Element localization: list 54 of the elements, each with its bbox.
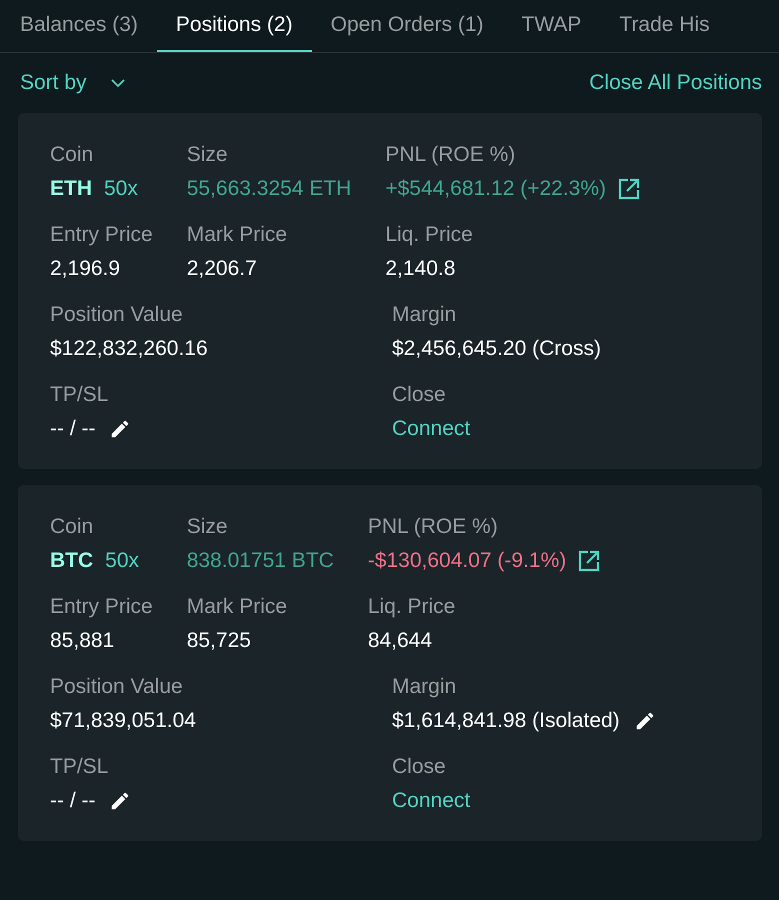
field-label: Entry Price — [50, 223, 153, 247]
pnl-value: +$544,681.12 (+22.3%) — [385, 177, 606, 201]
field-value: 85,725 — [186, 629, 251, 653]
pencil-icon[interactable] — [109, 790, 132, 812]
field-label: Close — [392, 755, 446, 779]
field-label: Liq. Price — [368, 595, 456, 619]
field-value: 2,206.7 — [186, 257, 257, 281]
leverage: 50x — [104, 177, 138, 201]
tab[interactable]: Open Orders (1) — [312, 0, 502, 52]
field-label: Coin — [50, 143, 94, 167]
margin-value: $2,456,645.20 (Cross) — [392, 337, 601, 361]
field-label: Close — [392, 383, 446, 407]
field-label: Position Value — [50, 303, 183, 327]
field-value: 2,196.9 — [50, 257, 120, 281]
size-value: 55,663.3254 ETH — [186, 177, 352, 201]
field-label: Entry Price — [50, 595, 153, 619]
coin-name: BTC — [50, 549, 94, 573]
external-link-icon[interactable] — [578, 550, 600, 572]
size-value: 838.01751 BTC — [186, 549, 334, 573]
field-label: TP/SL — [50, 383, 108, 407]
field-label: Size — [186, 143, 228, 167]
pnl-value: -$130,604.07 (-9.1%) — [368, 549, 566, 573]
field-label: Liq. Price — [385, 223, 473, 247]
field-value: 2,140.8 — [385, 257, 456, 281]
sort-dropdown[interactable]: Sort by — [20, 71, 127, 95]
field-label: Size — [186, 515, 228, 539]
field-label: PNL (ROE %) — [385, 143, 516, 167]
tpsl-value: -- / -- — [50, 417, 96, 441]
field-label: Margin — [392, 303, 456, 327]
tab[interactable]: Trade His — [600, 0, 729, 52]
connect-link[interactable]: Connect — [392, 789, 470, 813]
external-link-icon[interactable] — [618, 178, 640, 200]
tab[interactable]: Balances (3) — [0, 0, 157, 52]
tpsl-value: -- / -- — [50, 789, 96, 813]
coin-name: ETH — [50, 177, 92, 201]
field-label: Mark Price — [186, 223, 288, 247]
field-value: 84,644 — [368, 629, 432, 653]
tab[interactable]: Positions (2) — [156, 0, 312, 52]
field-value: $122,832,260.16 — [50, 337, 208, 361]
leverage: 50x — [105, 549, 140, 573]
margin-value: $1,614,841.98 (Isolated) — [392, 709, 620, 733]
connect-link[interactable]: Connect — [392, 417, 470, 441]
field-value: 85,881 — [50, 629, 114, 653]
field-label: PNL (ROE %) — [368, 515, 498, 539]
close-all-link[interactable]: Close All Positions — [589, 71, 762, 95]
tab[interactable]: TWAP — [502, 0, 600, 52]
pencil-icon[interactable] — [109, 418, 132, 440]
field-label: Margin — [392, 675, 456, 699]
field-value: $71,839,051.04 — [50, 709, 196, 733]
field-label: TP/SL — [50, 755, 108, 779]
field-label: Position Value — [50, 675, 183, 699]
field-label: Mark Price — [186, 595, 288, 619]
field-label: Coin — [50, 515, 94, 539]
chevron-down-icon — [108, 77, 127, 89]
